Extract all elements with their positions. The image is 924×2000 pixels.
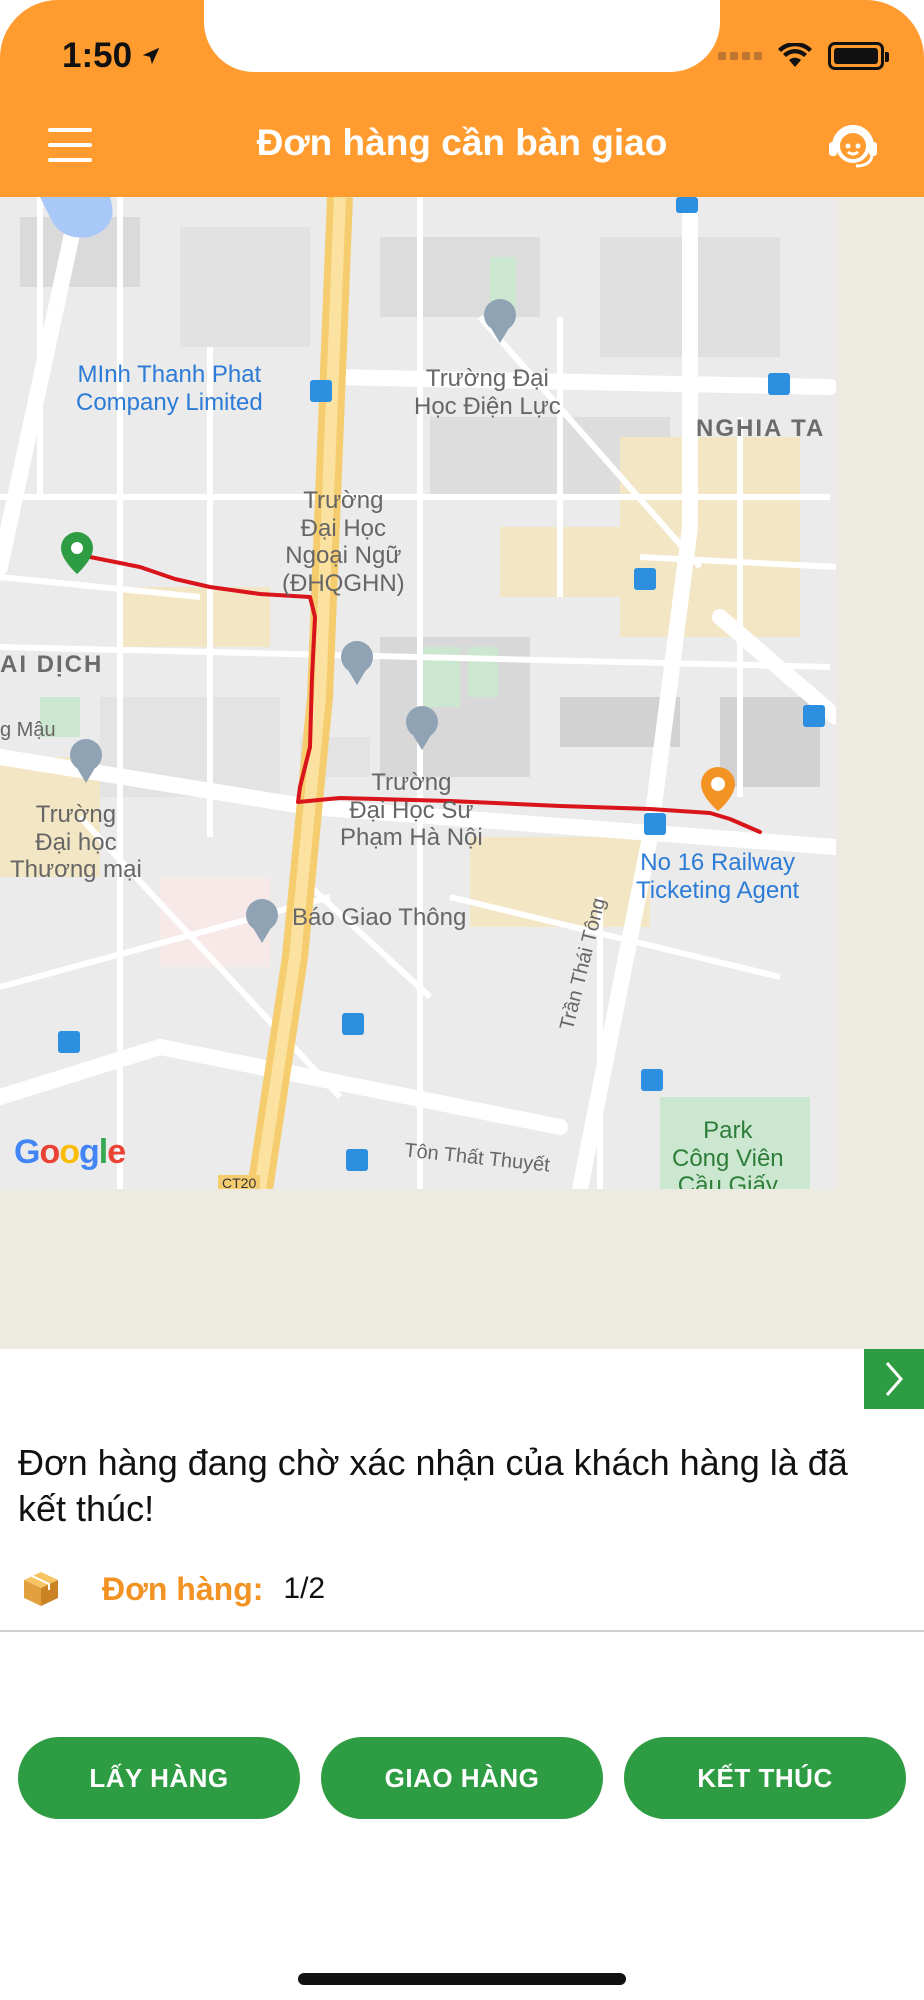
map-container: MInh Thanh Phat Company Limited Trường Đạ… — [0, 197, 924, 1349]
order-count-row: Đơn hàng: 1/2 — [20, 1570, 325, 1608]
customer-support-headset-icon[interactable] — [824, 116, 882, 174]
map-label-railway-agent: No 16 Railway Ticketing Agent — [636, 849, 800, 904]
map-label-truong-ngoai-ngu: Trường Đại Học Ngoại Ngữ (ĐHQGHN) — [282, 487, 405, 597]
device-notch — [204, 0, 720, 72]
next-order-button[interactable] — [864, 1349, 924, 1409]
route-map[interactable]: MInh Thanh Phat Company Limited Trường Đạ… — [0, 197, 836, 1189]
location-arrow-icon — [142, 47, 160, 65]
map-label-nghia-ta: NGHIA TA — [696, 415, 826, 442]
order-count-value: 1/2 — [283, 1572, 326, 1605]
map-label-ai-dich: AI DỊCH — [0, 651, 104, 678]
cellular-signal-icon — [718, 52, 762, 60]
map-label-truong-dien-luc: Trường Đại Học Điện Lực — [414, 365, 561, 420]
app-header: 1:50 Đơn hàng cần bàn giao — [0, 0, 924, 197]
battery-icon — [828, 42, 889, 70]
chevron-right-icon — [885, 1362, 903, 1396]
map-label-truong-su-pham: Trường Đại Học Sư Phạm Hà Nội — [340, 769, 483, 852]
map-label-minh-thanh-phat: MInh Thanh Phat Company Limited — [76, 361, 263, 416]
status-time-text: 1:50 — [62, 36, 133, 75]
deliver-button[interactable]: GIAO HÀNG — [321, 1737, 603, 1819]
map-label-ct20: CT20 — [218, 1175, 261, 1189]
map-label-park: Park Công Viên Cầu Giấy — [672, 1117, 784, 1189]
order-label: Đơn hàng: — [102, 1570, 264, 1607]
google-logo: Google — [14, 1133, 126, 1171]
map-label-truong-thuong-mai: Trường Đại học Thương mại — [10, 801, 142, 884]
order-status-message: Đơn hàng đang chờ xác nhận của khách hàn… — [18, 1442, 848, 1529]
status-time: 1:50 — [62, 36, 162, 76]
map-label-bao-giao-thong: Báo Giao Thông — [292, 904, 467, 931]
page-title: Đơn hàng cần bàn giao — [256, 122, 668, 163]
package-box-icon — [24, 1572, 58, 1606]
pickup-button[interactable]: LẤY HÀNG — [18, 1737, 300, 1819]
home-indicator[interactable] — [298, 1973, 626, 1985]
wifi-icon — [778, 43, 812, 67]
finish-button[interactable]: KẾT THÚC — [624, 1737, 906, 1819]
map-base-graphics — [0, 197, 836, 1189]
status-indicators — [718, 42, 889, 70]
map-label-g-mau: g Mậu — [0, 719, 56, 741]
content-divider — [0, 1630, 924, 1632]
